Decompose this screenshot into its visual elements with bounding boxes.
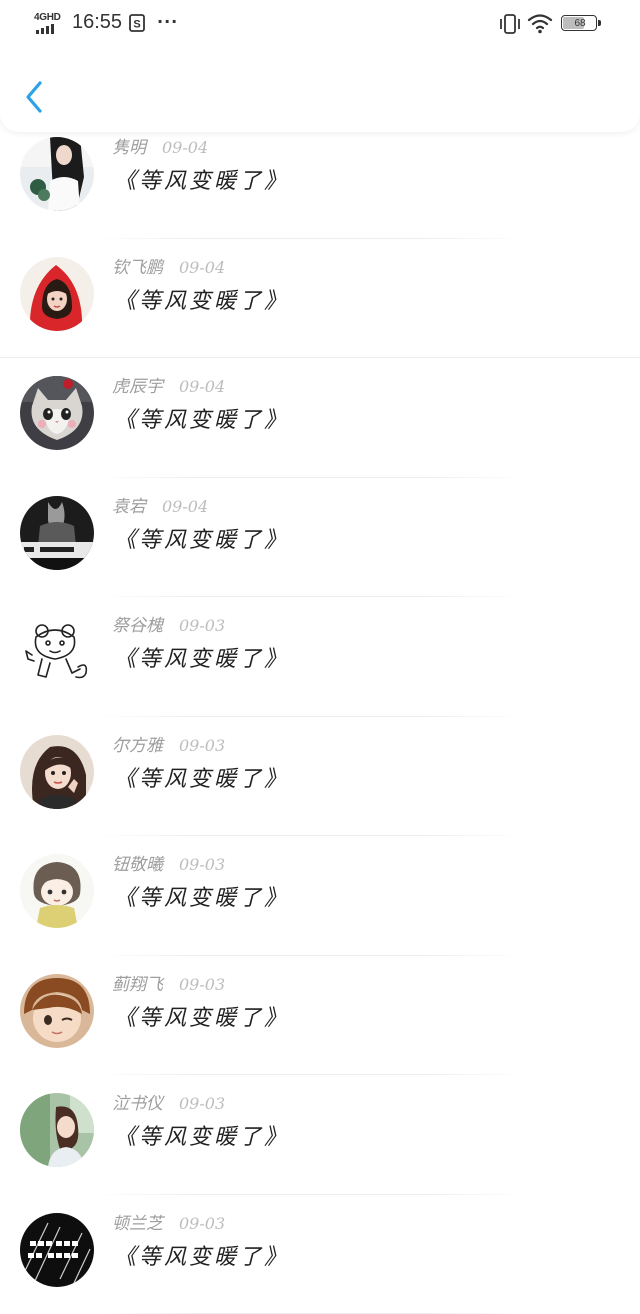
user-name[interactable]: 蓟翔飞	[112, 975, 163, 995]
post-date: 09-03	[179, 736, 225, 755]
post-date: 09-04	[179, 377, 225, 396]
svg-text:S: S	[133, 19, 140, 31]
user-name[interactable]: 虎辰宇	[112, 377, 163, 397]
chevron-left-icon	[20, 78, 52, 116]
battery-icon: 68	[561, 15, 603, 33]
item-title[interactable]: 《等风变暖了》	[114, 283, 289, 315]
item-title[interactable]: 《等风变暖了》	[114, 761, 289, 793]
list-item[interactable]: 虎辰宇 09-04 《等风变暖了》	[0, 358, 640, 478]
user-name[interactable]: 泣书仪	[112, 1094, 163, 1114]
avatar[interactable]	[20, 137, 94, 211]
user-name[interactable]: 钦飞鹏	[112, 258, 163, 278]
list-item[interactable]: 尔方雅 09-03 《等风变暖了》	[0, 717, 640, 837]
post-date: 09-03	[179, 975, 225, 994]
item-title[interactable]: 《等风变暖了》	[114, 1239, 289, 1271]
list-item[interactable]: 隽明 09-04 《等风变暖了》	[0, 119, 640, 239]
user-name[interactable]: 隽明	[112, 138, 146, 158]
post-date: 09-04	[162, 497, 208, 516]
item-title[interactable]: 《等风变暖了》	[114, 522, 289, 554]
vibrate-icon	[498, 13, 522, 35]
post-date: 09-03	[179, 1214, 225, 1233]
back-button[interactable]	[20, 78, 52, 116]
post-date: 09-03	[179, 616, 225, 635]
comment-list: 隽明 09-04 《等风变暖了》 钦飞鹏 09-04 《等风变暖了》	[0, 119, 640, 1314]
signal-icon: 4GHD	[34, 12, 64, 36]
list-item[interactable]: 顿兰芝 09-03 《等风变暖了》	[0, 1195, 640, 1314]
avatar[interactable]	[20, 1093, 94, 1167]
item-title[interactable]: 《等风变暖了》	[114, 880, 289, 912]
post-date: 09-03	[179, 855, 225, 874]
list-item[interactable]: 钮敬曦 09-03 《等风变暖了》	[0, 836, 640, 956]
item-title[interactable]: 《等风变暖了》	[114, 402, 289, 434]
avatar[interactable]	[20, 376, 94, 450]
avatar[interactable]	[20, 1213, 94, 1287]
user-name[interactable]: 尔方雅	[112, 736, 163, 756]
list-item[interactable]: 钦飞鹏 09-04 《等风变暖了》	[0, 239, 640, 359]
network-type: 4GHD	[34, 12, 61, 23]
avatar[interactable]	[20, 854, 94, 928]
avatar[interactable]	[20, 974, 94, 1048]
post-date: 09-04	[162, 138, 208, 157]
list-item[interactable]: 蓟翔飞 09-03 《等风变暖了》	[0, 956, 640, 1076]
avatar[interactable]	[20, 257, 94, 331]
item-title[interactable]: 《等风变暖了》	[114, 1119, 289, 1151]
wifi-icon	[527, 12, 553, 34]
avatar[interactable]	[20, 735, 94, 809]
item-title[interactable]: 《等风变暖了》	[114, 1000, 289, 1032]
post-date: 09-03	[179, 1094, 225, 1113]
user-name[interactable]: 顿兰芝	[112, 1214, 163, 1234]
list-item[interactable]: 祭谷槐 09-03 《等风变暖了》	[0, 597, 640, 717]
list-item[interactable]: 泣书仪 09-03 《等风变暖了》	[0, 1075, 640, 1195]
item-title[interactable]: 《等风变暖了》	[114, 641, 289, 673]
avatar[interactable]	[20, 496, 94, 570]
item-title[interactable]: 《等风变暖了》	[114, 163, 289, 195]
user-name[interactable]: 钮敬曦	[112, 855, 163, 875]
battery-level: 68	[562, 16, 597, 31]
status-bar: 4GHD 16:55 S ··· 68	[0, 0, 640, 48]
avatar[interactable]	[20, 615, 94, 689]
sim-icon: S	[128, 14, 146, 32]
user-name[interactable]: 祭谷槐	[112, 616, 163, 636]
user-name[interactable]: 袁宕	[112, 497, 146, 517]
post-date: 09-04	[179, 258, 225, 277]
list-item[interactable]: 袁宕 09-04 《等风变暖了》	[0, 478, 640, 598]
more-notifications: ···	[157, 12, 178, 31]
clock: 16:55	[72, 11, 122, 34]
